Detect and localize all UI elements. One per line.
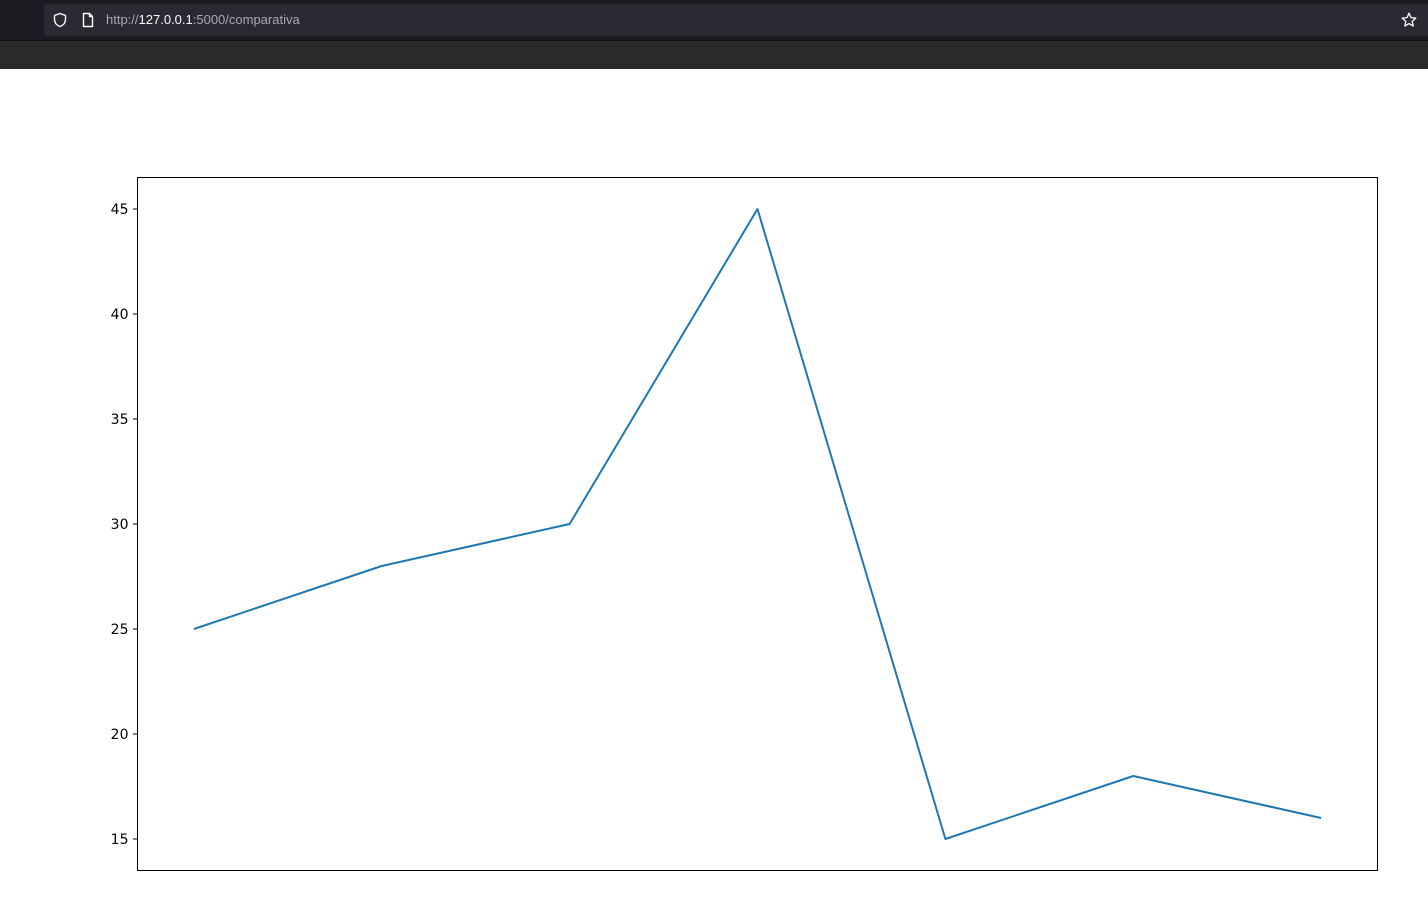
url-host: 127.0.0.1 xyxy=(138,12,193,27)
y-tick-label: 40 xyxy=(111,307,129,323)
page-icon[interactable] xyxy=(80,12,96,28)
address-bar[interactable]: http://127.0.0.1:5000/comparativa xyxy=(44,4,1428,36)
y-tick-label: 45 xyxy=(111,202,129,218)
y-tick-label: 25 xyxy=(111,622,129,638)
y-tick-label: 20 xyxy=(111,727,129,743)
line-chart: 15 20 25 30 35 40 45 xyxy=(111,177,1378,871)
plot-frame xyxy=(137,177,1378,871)
y-tick-label: 35 xyxy=(111,412,129,428)
y-tick-label: 15 xyxy=(111,832,129,848)
url-text[interactable]: http://127.0.0.1:5000/comparativa xyxy=(106,12,300,28)
browser-toolbar: http://127.0.0.1:5000/comparativa xyxy=(0,0,1428,41)
page-content: 15 20 25 30 35 40 45 xyxy=(0,69,1428,916)
y-tick-label: 30 xyxy=(111,517,129,533)
url-scheme: http:// xyxy=(106,12,139,27)
tab-strip-stub xyxy=(0,0,44,41)
star-icon[interactable] xyxy=(1401,12,1417,28)
series-line xyxy=(193,208,1322,840)
shield-icon[interactable] xyxy=(52,12,68,28)
bookmarks-toolbar xyxy=(0,41,1428,69)
url-path: :5000/comparativa xyxy=(192,12,300,27)
